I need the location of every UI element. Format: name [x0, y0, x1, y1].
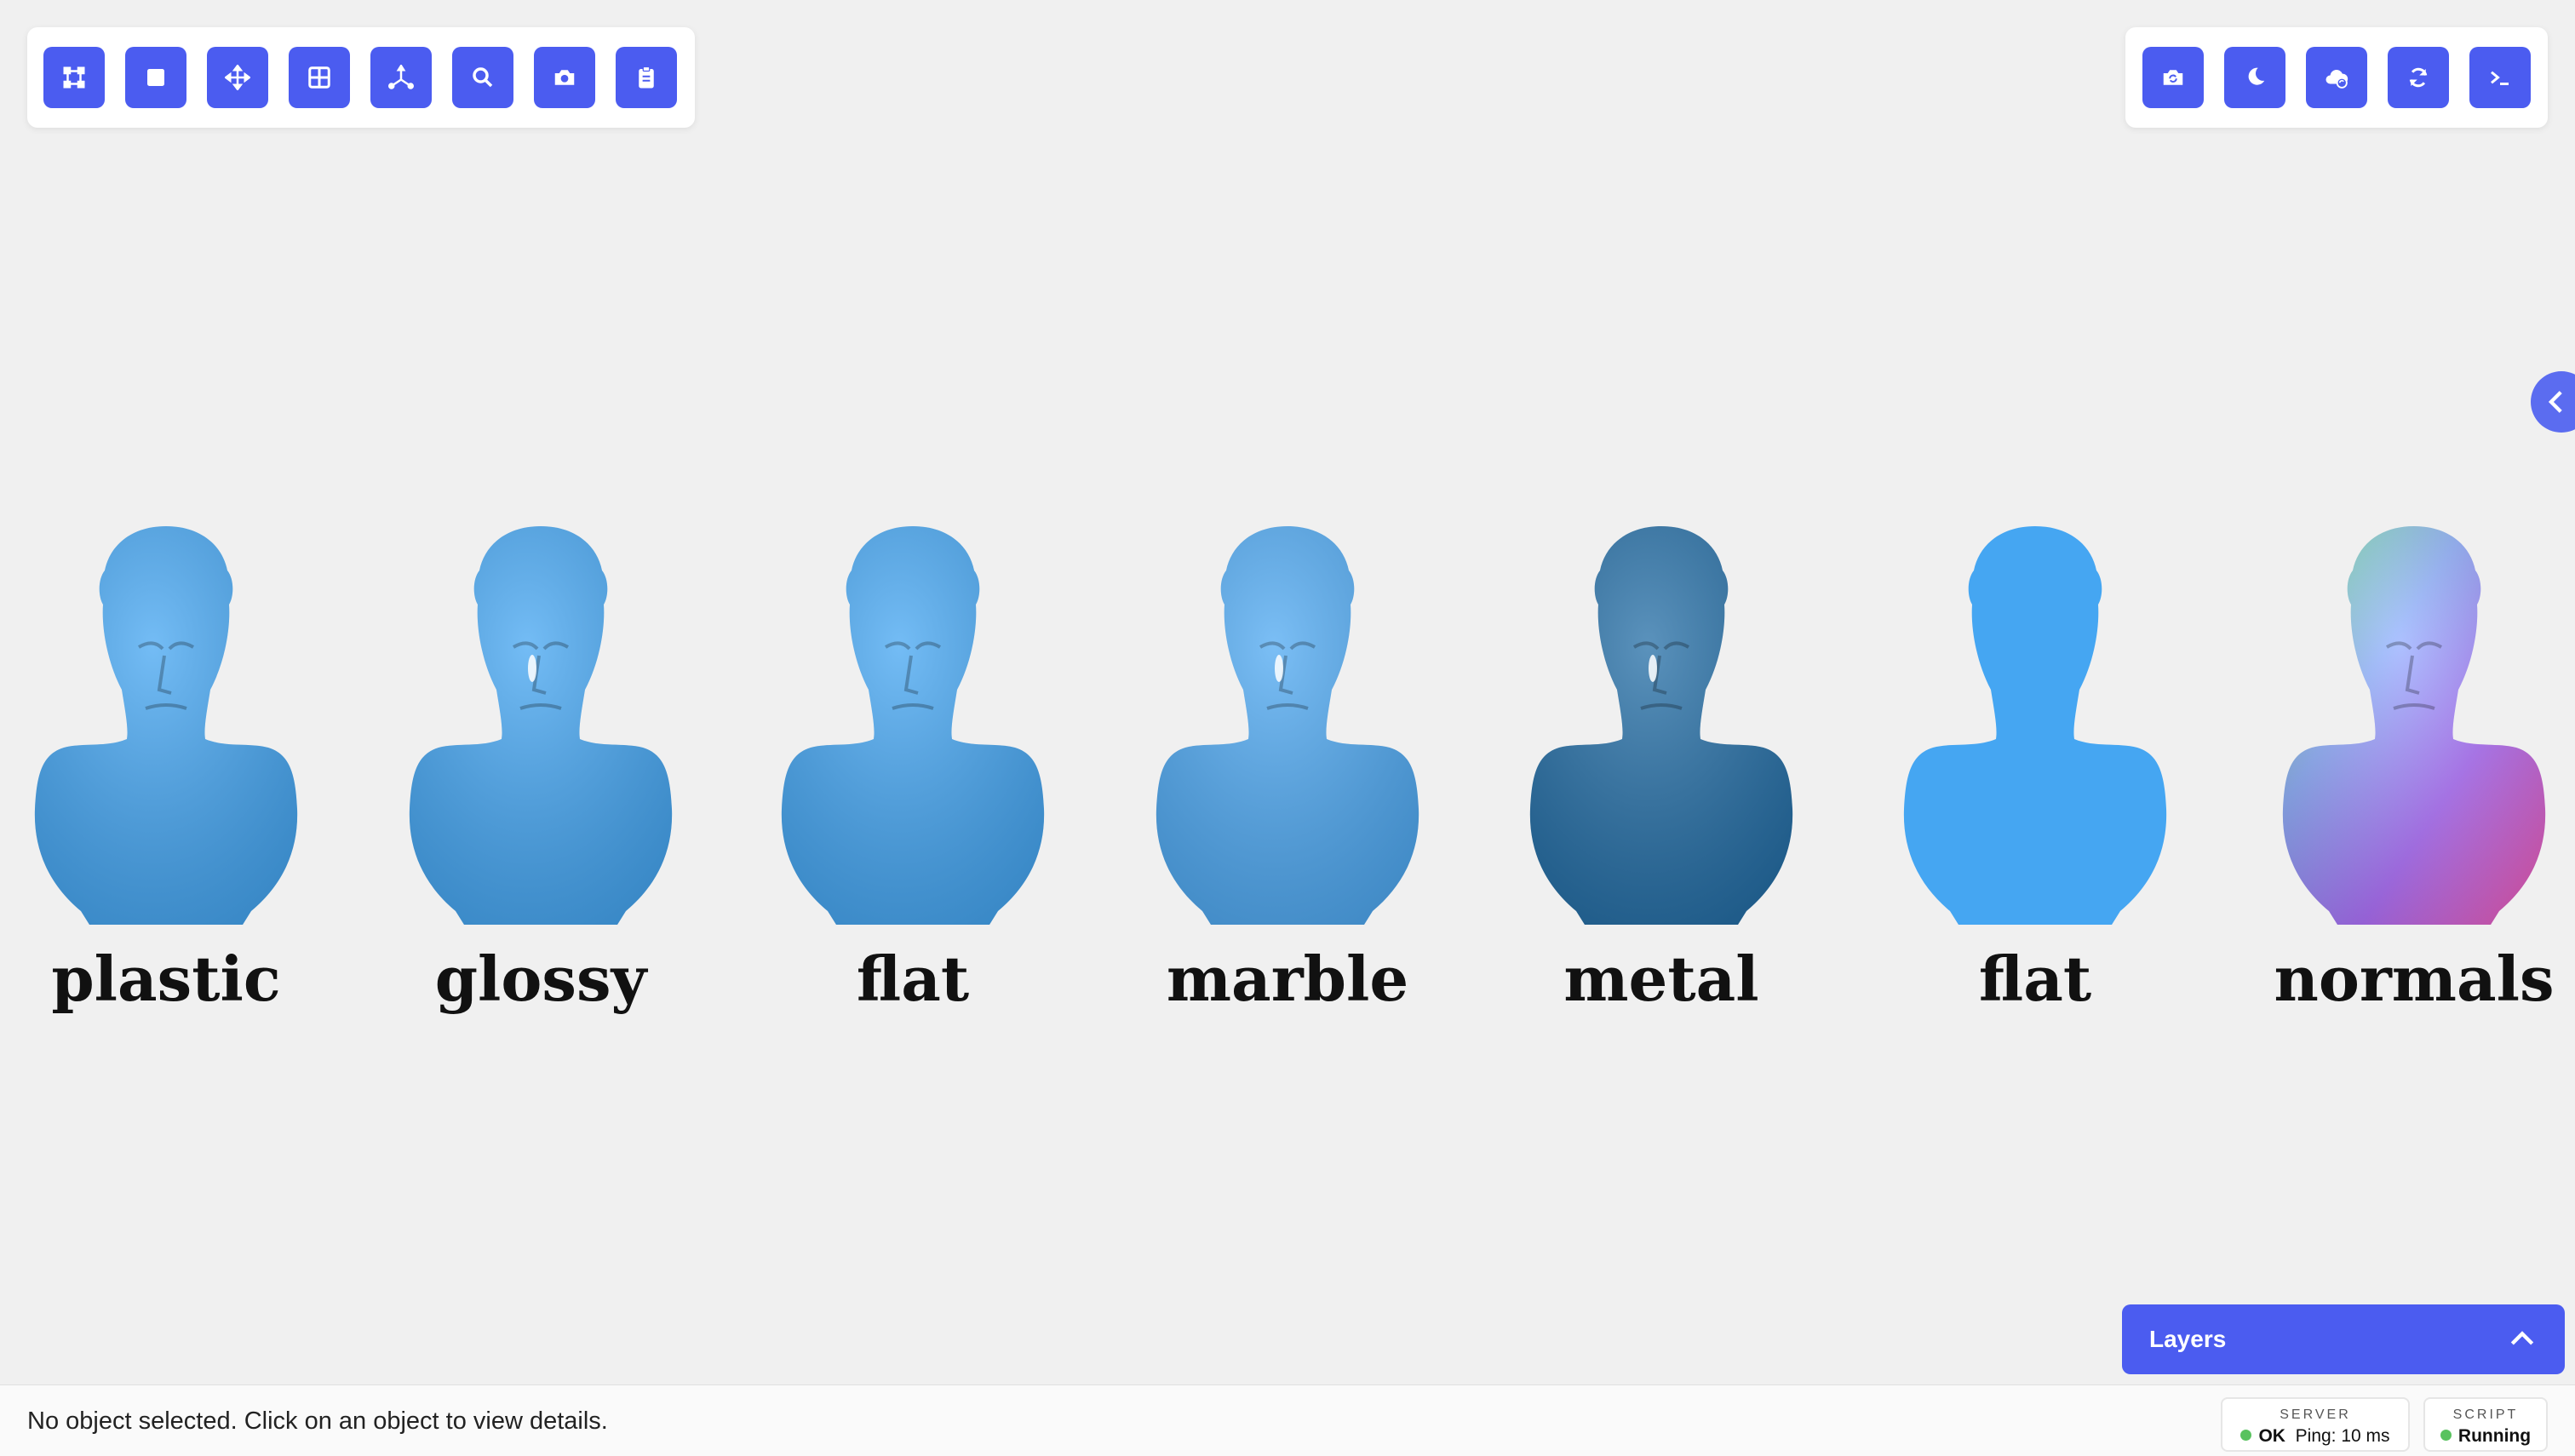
- refresh-button[interactable]: [2388, 47, 2449, 108]
- move-button[interactable]: [207, 47, 268, 108]
- script-state: Running: [2457, 1426, 2532, 1446]
- toolbar-right: [2125, 27, 2548, 128]
- bounding-box-icon: [63, 66, 85, 89]
- bust-flat[interactable]: [777, 519, 1049, 928]
- axes-button[interactable]: [370, 47, 432, 108]
- layers-panel-header[interactable]: Layers: [2122, 1304, 2565, 1374]
- chevron-left-icon: [2548, 391, 2562, 413]
- search-button[interactable]: [452, 47, 513, 108]
- dark-mode-button[interactable]: [2224, 47, 2285, 108]
- material-label: metal: [1563, 943, 1759, 1015]
- bust-shading: [1529, 526, 1793, 925]
- material-label: flat: [856, 943, 970, 1015]
- terminal-icon: [2491, 71, 2509, 85]
- material-label: flat: [1978, 943, 2092, 1015]
- square-icon: [147, 69, 164, 86]
- bust-shading: [409, 526, 673, 925]
- script-status-dot: [2440, 1429, 2452, 1441]
- camera-icon: [554, 70, 575, 85]
- grid-icon: [308, 66, 330, 89]
- script-caption: SCRIPT: [2452, 1407, 2519, 1422]
- bust-shading: [781, 526, 1045, 925]
- grid-button[interactable]: [289, 47, 350, 108]
- status-message: No object selected. Click on an object t…: [27, 1407, 608, 1435]
- chevron-up-icon: [2510, 1331, 2534, 1345]
- bust-marble[interactable]: [1151, 519, 1424, 928]
- clipboard-icon: [639, 66, 654, 89]
- clipboard-button[interactable]: [616, 47, 677, 108]
- square-button[interactable]: [125, 47, 186, 108]
- bounding-box-button[interactable]: [43, 47, 105, 108]
- bust-highlight: [1649, 655, 1657, 682]
- script-status: SCRIPT Running: [2423, 1397, 2548, 1452]
- layers-title: Layers: [2149, 1326, 2227, 1352]
- camera-swap-icon: [2163, 70, 2183, 85]
- bust-shading: [2282, 526, 2546, 925]
- moon-icon: [2248, 67, 2265, 85]
- refresh-icon: [2409, 67, 2428, 88]
- camera-button[interactable]: [534, 47, 595, 108]
- material-label: marble: [1166, 943, 1409, 1015]
- server-caption: SERVER: [2280, 1407, 2351, 1422]
- camera-swap-button[interactable]: [2142, 47, 2204, 108]
- server-state: OK: [2258, 1426, 2285, 1446]
- side-panel-toggle[interactable]: [2531, 371, 2575, 433]
- material-label: glossy: [434, 943, 647, 1015]
- bust-plastic[interactable]: [30, 519, 302, 928]
- server-ping: Ping: 10 ms: [2295, 1426, 2390, 1446]
- server-status: SERVER OK Ping: 10 ms: [2221, 1397, 2410, 1452]
- material-label: normals: [2274, 943, 2555, 1015]
- toolbar-left: [27, 27, 695, 128]
- status-bar: No object selected. Click on an object t…: [0, 1384, 2575, 1456]
- bust-metal[interactable]: [1525, 519, 1798, 928]
- axes-icon: [388, 65, 414, 89]
- cloud-sync-icon: [2326, 69, 2348, 89]
- search-icon: [473, 67, 493, 88]
- bust-shading: [34, 526, 298, 925]
- bust-flat-unlit[interactable]: [1899, 519, 2171, 928]
- server-status-dot: [2240, 1429, 2252, 1441]
- terminal-button[interactable]: [2469, 47, 2531, 108]
- bust-shading: [1156, 526, 1419, 925]
- bust-highlight: [1275, 655, 1283, 682]
- bust-glossy[interactable]: [404, 519, 677, 928]
- bust-normals[interactable]: [2278, 519, 2550, 928]
- material-label: plastic: [51, 943, 281, 1015]
- move-arrows-icon: [225, 65, 250, 90]
- cloud-sync-button[interactable]: [2306, 47, 2367, 108]
- bust-highlight: [528, 655, 536, 682]
- bust-body: [1903, 526, 2167, 925]
